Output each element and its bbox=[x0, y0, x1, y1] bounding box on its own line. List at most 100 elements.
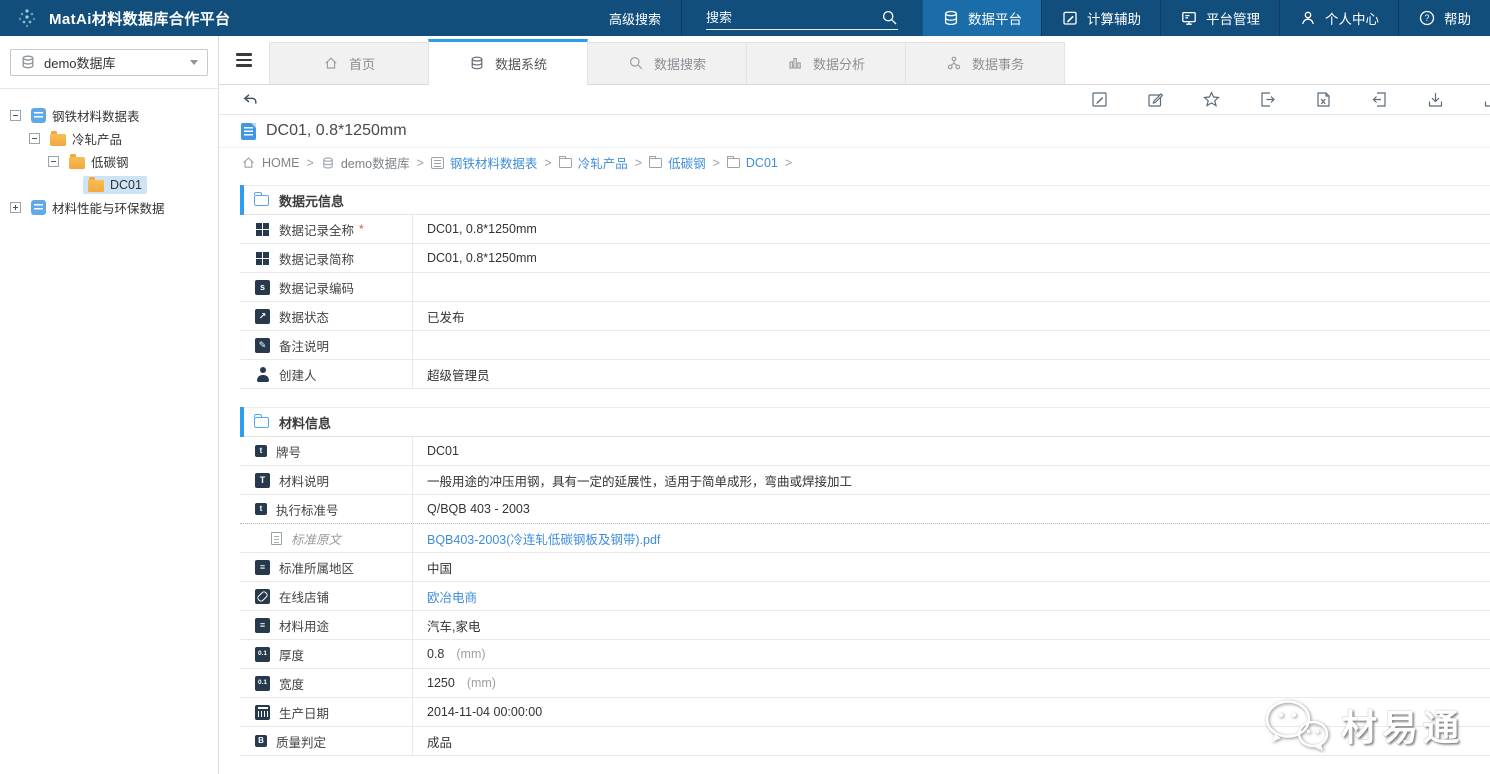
field-value-text: 2014-11-04 00:00:00 bbox=[427, 705, 542, 719]
expand-icon[interactable] bbox=[10, 202, 21, 213]
edit-icon[interactable] bbox=[1090, 90, 1109, 109]
field-label: s 数据记录编码 bbox=[240, 273, 413, 301]
field-row: 在线店铺欧冶电商 bbox=[240, 582, 1490, 611]
field-row: t执行标准号Q/BQB 403 - 2003 bbox=[240, 495, 1490, 524]
menu-icon[interactable] bbox=[236, 53, 252, 67]
field-value-link[interactable]: BQB403-2003(冷连轧低碳钢板及钢带).pdf bbox=[427, 529, 660, 548]
tab-data-system[interactable]: 数据系统 bbox=[428, 39, 588, 85]
tab-label: 数据系统 bbox=[495, 54, 547, 73]
tree-node-low-carbon-steel[interactable]: 低碳钢 bbox=[4, 150, 214, 173]
matai-logo-icon bbox=[0, 0, 49, 36]
database-icon bbox=[942, 9, 960, 27]
import-icon[interactable] bbox=[1370, 90, 1389, 109]
tab-data-analysis[interactable]: 数据分析 bbox=[746, 42, 906, 84]
field-row: 生产日期2014-11-04 00:00:00 bbox=[240, 698, 1490, 727]
user-icon bbox=[1299, 9, 1317, 27]
field-label: 0.1厚度 bbox=[240, 640, 413, 668]
collapse-icon[interactable] bbox=[10, 110, 21, 121]
field-label: 数据记录全称* bbox=[240, 215, 413, 243]
field-label-text: 标准原文 bbox=[291, 529, 341, 548]
note-icon: ✎ bbox=[255, 338, 270, 353]
star-icon[interactable] bbox=[1202, 90, 1221, 109]
collapse-icon[interactable] bbox=[29, 133, 40, 144]
collapse-icon[interactable] bbox=[48, 156, 59, 167]
download-icon[interactable] bbox=[1426, 90, 1445, 109]
nav-item-data-platform[interactable]: 数据平台 bbox=[922, 0, 1041, 36]
chart-icon bbox=[787, 55, 803, 71]
breadcrumb-low-carbon[interactable]: 低碳钢 bbox=[649, 153, 706, 172]
excel-export-icon[interactable] bbox=[1314, 90, 1333, 109]
tab-label: 数据事务 bbox=[972, 54, 1024, 73]
field-label-text: 牌号 bbox=[276, 442, 301, 461]
breadcrumb-steel-table[interactable]: 钢铁材料数据表 bbox=[431, 153, 538, 172]
compose-icon[interactable] bbox=[1146, 90, 1165, 109]
field-row: 0.1宽度1250(mm) bbox=[240, 669, 1490, 698]
export-icon[interactable] bbox=[1258, 90, 1277, 109]
section-title: 材料信息 bbox=[279, 413, 331, 432]
list-icon: ≡ bbox=[255, 618, 270, 633]
search-icon[interactable] bbox=[881, 9, 898, 26]
nav-item-compute-assist[interactable]: 计算辅助 bbox=[1041, 0, 1160, 36]
breadcrumb-dc01[interactable]: DC01 bbox=[727, 156, 778, 170]
section-meta-info: 数据元信息 数据记录全称*DC01, 0.8*1250mm数据记录简称DC01,… bbox=[240, 185, 1490, 389]
nav-item-label: 平台管理 bbox=[1206, 8, 1260, 28]
field-value-text: DC01, 0.8*1250mm bbox=[427, 222, 537, 236]
code-icon: s bbox=[255, 280, 270, 295]
section-header[interactable]: 材料信息 bbox=[240, 407, 1490, 437]
open-folder-icon bbox=[254, 417, 269, 428]
field-value: BQB403-2003(冷连轧低碳钢板及钢带).pdf bbox=[413, 524, 1490, 552]
tree-node-cold-rolled[interactable]: 冷轧产品 bbox=[4, 127, 214, 150]
field-value-text: 1250 bbox=[427, 676, 455, 690]
sidebar: demo数据库 钢铁材料数据表 冷轧产品 低碳钢 DC01 bbox=[0, 36, 219, 774]
breadcrumb-cold-rolled[interactable]: 冷轧产品 bbox=[559, 153, 628, 172]
tree-node-dc01[interactable]: DC01 bbox=[4, 173, 214, 196]
tree-node-label: 冷轧产品 bbox=[72, 129, 122, 148]
nav-item-platform-admin[interactable]: 平台管理 bbox=[1160, 0, 1279, 36]
field-label: ≡材料用途 bbox=[240, 611, 413, 639]
tree-node-steel-table[interactable]: 钢铁材料数据表 bbox=[4, 104, 214, 127]
breadcrumb-separator: > bbox=[635, 156, 642, 170]
breadcrumb-home[interactable]: HOME bbox=[241, 155, 300, 170]
nav-item-user-center[interactable]: 个人中心 bbox=[1279, 0, 1398, 36]
section-title: 数据元信息 bbox=[279, 191, 344, 210]
field-row: ↗数据状态已发布 bbox=[240, 302, 1490, 331]
field-row: t牌号DC01 bbox=[240, 437, 1490, 466]
field-label-text: 数据记录简称 bbox=[279, 249, 354, 268]
tree-node-material-performance[interactable]: 材料性能与环保数据 bbox=[4, 196, 214, 219]
nav-item-label: 数据平台 bbox=[968, 8, 1022, 28]
field-value-text: 超级管理员 bbox=[427, 365, 490, 384]
field-label: ↗数据状态 bbox=[240, 302, 413, 330]
section-material-info: 材料信息 t牌号DC01T材料说明一般用途的冲压用钢，具有一定的延展性，适用于简… bbox=[240, 407, 1490, 756]
section-header[interactable]: 数据元信息 bbox=[240, 185, 1490, 215]
record-title-bar: DC01, 0.8*1250mm bbox=[219, 115, 1490, 148]
field-label-text: 备注说明 bbox=[279, 336, 329, 355]
tab-label: 首页 bbox=[349, 54, 375, 73]
required-asterisk: * bbox=[359, 222, 364, 236]
tab-home[interactable]: 首页 bbox=[269, 42, 429, 84]
list-icon: ≡ bbox=[255, 560, 270, 575]
tab-data-transaction[interactable]: 数据事务 bbox=[905, 42, 1065, 84]
nav-item-help[interactable]: ? 帮助 bbox=[1398, 0, 1490, 36]
help-icon: ? bbox=[1418, 9, 1436, 27]
folder-icon bbox=[727, 158, 740, 168]
field-label: T材料说明 bbox=[240, 466, 413, 494]
field-row: s 数据记录编码 bbox=[240, 273, 1490, 302]
field-label-text: 数据记录编码 bbox=[279, 278, 354, 297]
field-unit: (mm) bbox=[456, 647, 485, 661]
field-value-link[interactable]: 欧冶电商 bbox=[427, 587, 477, 606]
nav-item-label: 个人中心 bbox=[1325, 8, 1379, 28]
back-icon[interactable] bbox=[241, 91, 259, 109]
badge-icon: B bbox=[255, 735, 267, 747]
field-value: DC01, 0.8*1250mm bbox=[413, 215, 1490, 243]
advanced-search-button[interactable]: 高级搜索 bbox=[589, 0, 682, 36]
database-selector-value: demo数据库 bbox=[44, 53, 116, 72]
database-icon bbox=[20, 54, 36, 70]
breadcrumb-database[interactable]: demo数据库 bbox=[321, 153, 410, 172]
database-selector[interactable]: demo数据库 bbox=[10, 49, 208, 76]
search-input[interactable] bbox=[706, 10, 881, 25]
home-icon bbox=[241, 155, 256, 170]
tab-data-search[interactable]: 数据搜索 bbox=[587, 42, 747, 84]
search-box[interactable] bbox=[706, 7, 898, 30]
clipped-icon[interactable] bbox=[1482, 90, 1490, 109]
record-toolbar bbox=[219, 85, 1490, 115]
